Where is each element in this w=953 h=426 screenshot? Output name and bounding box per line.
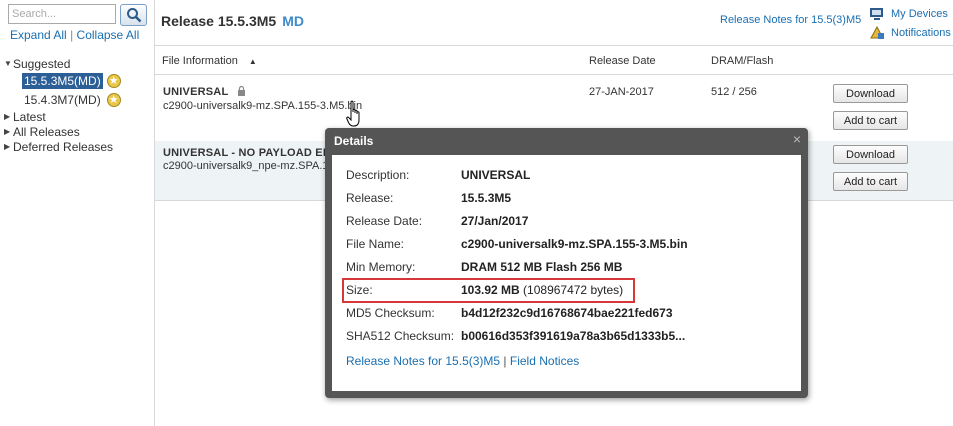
column-header-file-info[interactable]: File Information ▲ (162, 55, 257, 67)
column-header-release-date: Release Date (589, 55, 656, 67)
search-box (8, 4, 147, 26)
detail-value: c2900-universalk9-mz.SPA.155-3.M5.bin (461, 237, 688, 251)
tree-node-latest[interactable]: ▶ Latest (4, 109, 121, 124)
devices-icon (870, 7, 883, 20)
detail-value: b4d12f232c9d16768674bae221fed673 (461, 306, 673, 320)
file-title: UNIVERSAL - NO PAYLOAD EN (163, 147, 331, 159)
detail-label: Release: (346, 191, 394, 205)
detail-label: Description: (346, 168, 410, 182)
detail-value: DRAM 512 MB Flash 256 MB (461, 260, 623, 274)
file-title: UNIVERSAL (163, 86, 246, 98)
detail-label: File Name: (346, 237, 405, 251)
add-to-cart-button[interactable]: Add to cart (833, 172, 908, 191)
file-name[interactable]: c2900-universalk9_npe-mz.SPA.1 (163, 160, 329, 172)
my-devices-label: My Devices (891, 7, 948, 20)
page-title: Release 15.5.3M5 MD (161, 13, 304, 29)
triangle-right-icon: ▶ (4, 127, 11, 136)
triangle-right-icon: ▶ (4, 142, 11, 151)
release-item-15-4-3m7[interactable]: 15.4.3M7(MD) (22, 90, 121, 109)
release-item-label: 15.4.3M7(MD) (24, 92, 101, 107)
notifications-icon (870, 25, 884, 39)
detail-value: 27/Jan/2017 (461, 214, 529, 228)
download-button[interactable]: Download (833, 145, 908, 164)
link-divider: | (503, 354, 507, 368)
column-label: File Information (162, 55, 238, 67)
add-to-cart-button[interactable]: Add to cart (833, 111, 908, 130)
star-icon (106, 73, 121, 88)
sort-ascending-icon: ▲ (248, 57, 257, 66)
expand-all-link[interactable]: Expand All (10, 28, 67, 42)
details-links: Release Notes for 15.5(3)M5 | Field Noti… (346, 354, 579, 368)
detail-value: UNIVERSAL (461, 168, 531, 182)
notifications-label: Notifications (891, 26, 951, 39)
search-input[interactable] (8, 4, 116, 24)
expand-collapse-links: Expand All | Collapse All (10, 28, 139, 42)
release-tree: ▼ Suggested 15.5.3M5(MD) 15.4.3M7(MD) ▶ … (4, 56, 121, 154)
column-header-dram-flash: DRAM/Flash (711, 55, 774, 67)
field-notices-link[interactable]: Field Notices (510, 354, 579, 368)
download-button[interactable]: Download (833, 84, 908, 103)
detail-value: b00616d353f391619a78a3b65d1333b5... (461, 329, 686, 343)
detail-label: SHA512 Checksum: (346, 329, 455, 343)
triangle-right-icon: ▶ (4, 112, 11, 121)
details-popup: Details × Description: UNIVERSAL Release… (325, 128, 808, 398)
size-mb: 103.92 MB (461, 283, 520, 297)
tree-node-all-releases[interactable]: ▶ All Releases (4, 124, 121, 139)
detail-value: 15.5.3M5 (461, 191, 512, 205)
close-icon[interactable]: × (793, 131, 801, 147)
size-bytes: (108967472 bytes) (523, 283, 624, 297)
detail-label: Min Memory: (346, 260, 416, 274)
detail-label: Release Date: (346, 214, 423, 228)
tree-node-label: Deferred Releases (13, 139, 114, 154)
tree-node-label: Suggested (13, 56, 71, 71)
release-item-label: 15.5.3M5(MD) (22, 72, 103, 89)
search-button[interactable] (120, 4, 147, 26)
lock-icon (238, 86, 246, 96)
tree-node-suggested[interactable]: ▼ Suggested (4, 56, 121, 71)
sidebar: Expand All | Collapse All ▼ Suggested 15… (0, 0, 155, 426)
star-icon (106, 92, 121, 107)
release-header: Release 15.5.3M5 MD Release Notes for 15.… (155, 0, 953, 46)
detail-label: MD5 Checksum: (346, 306, 435, 320)
link-divider: | (70, 28, 74, 42)
details-body: Description: UNIVERSAL Release: 15.5.3M5… (332, 155, 801, 391)
tree-node-label: Latest (13, 109, 46, 124)
dram-flash-cell: 512 / 256 (711, 86, 757, 98)
release-notes-link[interactable]: Release Notes for 15.5(3)M5 (720, 14, 861, 26)
details-release-notes-link[interactable]: Release Notes for 15.5(3)M5 (346, 354, 500, 368)
my-devices-link[interactable]: My Devices (869, 4, 951, 23)
header-links: My Devices Notifications (869, 4, 951, 42)
triangle-down-icon: ▼ (4, 59, 12, 68)
detail-label: Size: (346, 283, 373, 297)
search-icon (126, 8, 141, 23)
release-item-15-5-3m5[interactable]: 15.5.3M5(MD) (22, 71, 121, 90)
popup-title: Details (334, 134, 374, 148)
collapse-all-link[interactable]: Collapse All (77, 28, 140, 42)
tree-node-deferred-releases[interactable]: ▶ Deferred Releases (4, 139, 121, 154)
release-title-text: Release 15.5.3M5 (161, 13, 277, 29)
tree-node-label: All Releases (13, 124, 80, 139)
table-header: File Information ▲ Release Date DRAM/Fla… (155, 46, 953, 75)
file-name[interactable]: c2900-universalk9-mz.SPA.155-3.M5.bin (163, 100, 362, 112)
notifications-link[interactable]: Notifications (869, 23, 951, 42)
detail-value: 103.92 MB (108967472 bytes) (461, 283, 623, 297)
release-md-tag: MD (282, 13, 304, 29)
release-date-cell: 27-JAN-2017 (589, 86, 654, 98)
hand-cursor-icon (346, 100, 360, 127)
file-title-text: UNIVERSAL (163, 86, 229, 98)
